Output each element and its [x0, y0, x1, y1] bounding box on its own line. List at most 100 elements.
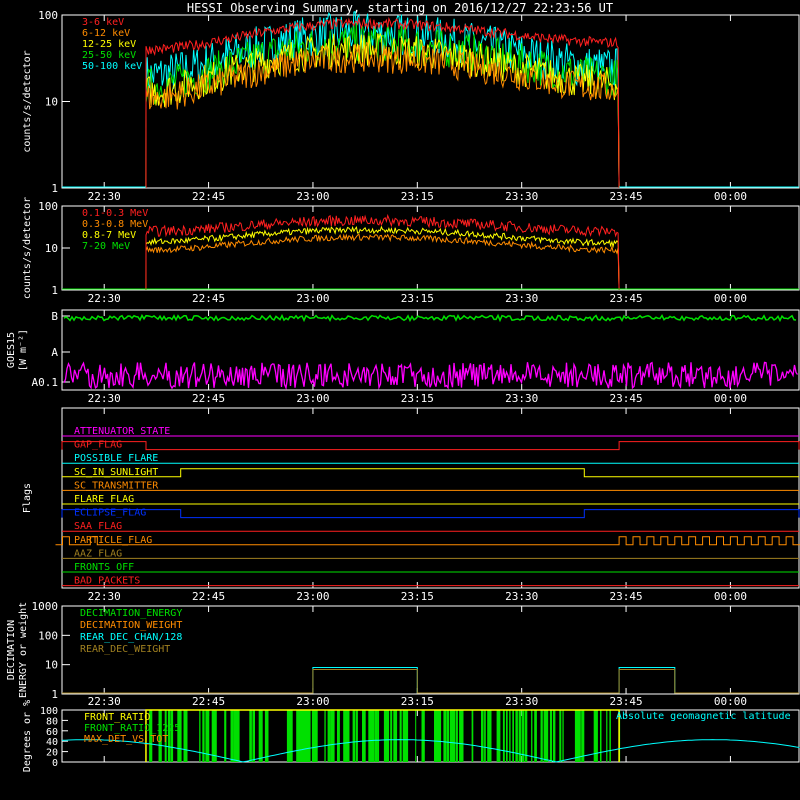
- y-tick-label: 10: [45, 96, 58, 109]
- panel-frame: [61, 14, 800, 189]
- ratio-bar: [399, 710, 402, 762]
- ratio-bar: [183, 710, 188, 762]
- decimation-line: [62, 669, 799, 694]
- ratio-bar: [421, 710, 425, 762]
- x-tick-label: 23:45: [609, 292, 642, 305]
- y-tick-label: 10: [45, 242, 58, 255]
- x-tick-label: 22:30: [88, 190, 121, 203]
- ratio-bar: [355, 710, 358, 762]
- ratio-bar: [512, 710, 514, 762]
- x-tick-label: 23:15: [401, 695, 434, 708]
- ratio-bar: [437, 710, 442, 762]
- ratio-bar: [502, 710, 505, 762]
- panel-1: 22:30 22:45 23:00 23:15 23:30 23:45 00:00 count…: [22, 9, 800, 203]
- ratio-bar: [230, 710, 234, 762]
- y-tick-label: 1: [51, 182, 58, 195]
- ratio-bar: [311, 710, 316, 762]
- y-axis-label: counts/s/detector: [22, 197, 33, 299]
- x-tick-label: 23:45: [609, 590, 642, 603]
- ratio-bar: [443, 710, 447, 762]
- flag-label: PARTICLE_FLAG: [74, 535, 152, 546]
- series-line: [145, 233, 620, 291]
- y-axis-label-2: ENERGY or weight: [18, 602, 29, 698]
- ratio-bar: [249, 710, 252, 762]
- x-tick-label: 22:45: [192, 190, 225, 203]
- series-line: [145, 213, 620, 291]
- ratio-bar: [446, 710, 449, 762]
- flag-label: BAD_PACKETS: [74, 576, 140, 587]
- panel-4: 22:30 22:45 23:00 23:15 23:30 23:45 00:00 Flags…: [22, 407, 800, 603]
- x-tick-label: 23:45: [609, 392, 642, 405]
- panel-6: Degrees or % 020406080100 FRONT_RATIOFRONT…: [22, 700, 800, 772]
- hessi-summary-chart: HESSI Observing Summary, starting on 201…: [6, 1, 800, 772]
- x-tick-label: 22:30: [88, 590, 121, 603]
- panel-frame: [61, 407, 800, 589]
- ratio-bar: [308, 710, 311, 762]
- ratio-bar: [199, 710, 201, 762]
- legend-entry: 6-12 keV: [82, 28, 130, 39]
- ratio-bar: [315, 710, 318, 762]
- ratio-bar: [393, 710, 398, 762]
- y-tick-label: 40: [46, 737, 58, 748]
- x-tick-label: 23:15: [401, 190, 434, 203]
- ratio-bar: [330, 710, 335, 762]
- ratio-bar: [387, 710, 390, 762]
- flag-line: [62, 468, 799, 478]
- legend-entry: 0.8-7 MeV: [82, 230, 136, 241]
- x-tick-label: 22:30: [88, 695, 121, 708]
- x-tick-label: 23:30: [505, 190, 538, 203]
- y-tick-label: 100: [40, 706, 58, 717]
- ratio-bar: [337, 710, 340, 762]
- ratio-bar: [290, 710, 293, 762]
- y-tick-label: 1: [51, 688, 58, 701]
- x-tick-label: 23:30: [505, 590, 538, 603]
- legend-entry: 7-20 MeV: [82, 241, 130, 252]
- ratio-bar: [609, 710, 611, 762]
- y-tick-label: 80: [46, 716, 58, 727]
- x-tick-label: 23:15: [401, 392, 434, 405]
- flag-label: SC_IN_SUNLIGHT: [74, 467, 158, 478]
- legend-entry: REAR_DEC_CHAN/128: [80, 632, 182, 643]
- ratio-bar: [171, 710, 174, 762]
- ratio-bar: [462, 710, 464, 762]
- x-tick-label: 22:45: [192, 292, 225, 305]
- x-tick-label: 23:00: [296, 392, 329, 405]
- ratio-bar: [324, 710, 326, 762]
- ratio-bar: [449, 710, 454, 762]
- flag-line: [55, 536, 800, 546]
- legend-entry: 0.1-0.3 MeV: [82, 208, 148, 219]
- ratio-bar: [383, 710, 387, 762]
- legend-entry: Absolute geomagnetic latitude: [616, 711, 791, 722]
- legend-entry: 0.3-0.8 MeV: [82, 219, 148, 230]
- x-tick-label: 22:45: [192, 695, 225, 708]
- ratio-bar: [534, 710, 537, 762]
- ratio-bar: [543, 710, 548, 762]
- y-tick-label: A: [51, 346, 58, 359]
- ratio-bar: [549, 710, 553, 762]
- ratio-bar: [578, 710, 581, 762]
- flag-label: FLARE_FLAG: [74, 494, 134, 505]
- x-tick-label: 00:00: [714, 292, 747, 305]
- y-tick-label: 100: [38, 200, 58, 213]
- x-tick-label: 22:45: [192, 590, 225, 603]
- x-tick-label: 22:30: [88, 292, 121, 305]
- x-tick-label: 23:45: [609, 695, 642, 708]
- x-tick-label: 23:30: [505, 292, 538, 305]
- legend-entry: 12-25 keV: [82, 39, 136, 50]
- ratio-bar: [487, 710, 491, 762]
- legend-entry: 50-100 keV: [82, 61, 142, 72]
- x-tick-label: 23:00: [296, 292, 329, 305]
- flag-line: [61, 509, 800, 519]
- ratio-bar: [455, 710, 458, 762]
- x-tick-label: 00:00: [714, 695, 747, 708]
- ratio-bar: [553, 710, 556, 762]
- ratio-bar: [452, 710, 456, 762]
- ratio-bar: [402, 710, 407, 762]
- chart-title: HESSI Observing Summary, starting on 201…: [187, 1, 613, 15]
- ratio-bar: [390, 710, 393, 762]
- ratio-bar: [224, 710, 227, 762]
- ratio-bar: [515, 710, 518, 762]
- series-line: [145, 225, 620, 291]
- flag-label: ATTENUATOR_STATE: [74, 426, 170, 437]
- y-tick-label: 0: [52, 758, 58, 769]
